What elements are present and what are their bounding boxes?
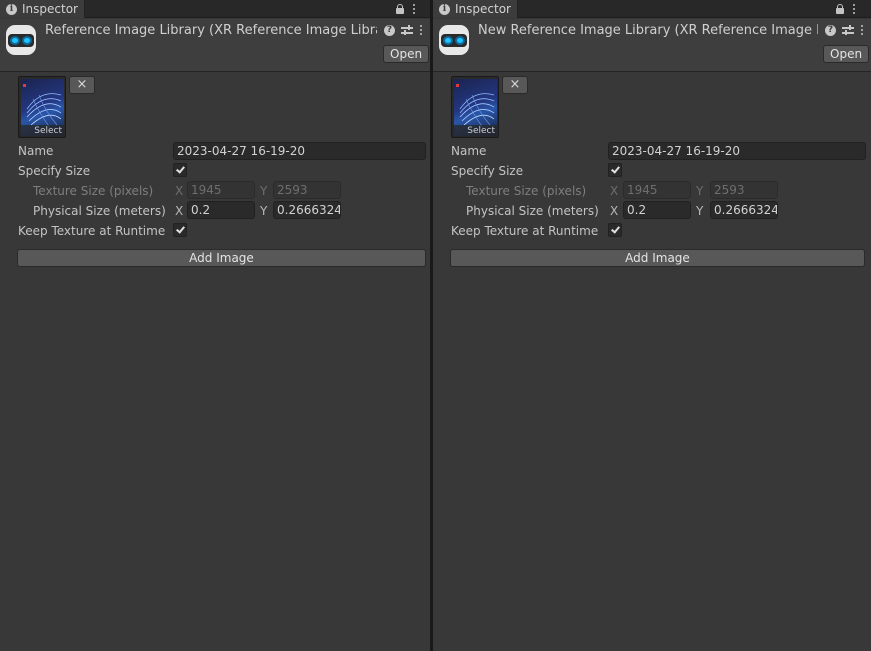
settings-sliders-icon[interactable]: [401, 24, 413, 36]
specify-size-checkbox[interactable]: [608, 163, 622, 177]
keep-texture-checkbox[interactable]: [608, 223, 622, 237]
name-field[interactable]: 2023-04-27 16-19-20: [173, 142, 426, 160]
tab-label: Inspector: [455, 2, 511, 16]
physical-x-axis-label: X: [610, 204, 619, 218]
lock-icon[interactable]: [836, 4, 844, 14]
kebab-menu-icon[interactable]: [412, 4, 416, 14]
physical-size-label: Physical Size (meters): [33, 204, 166, 218]
name-field[interactable]: 2023-04-27 16-19-20: [608, 142, 866, 160]
help-icon[interactable]: ?: [384, 24, 395, 36]
tab-inspector[interactable]: i Inspector: [0, 0, 85, 18]
physical-y-field[interactable]: 0.2666324: [710, 201, 778, 219]
tab-actions: [836, 0, 856, 18]
asset-header: Reference Image Library (XR Reference Im…: [0, 19, 430, 72]
physical-y-field[interactable]: 0.2666324: [273, 201, 341, 219]
xr-headset-icon: [439, 25, 469, 55]
texture-y-axis-label: Y: [696, 184, 704, 198]
add-image-button[interactable]: Add Image: [450, 249, 865, 267]
kebab-menu-icon[interactable]: [852, 4, 856, 14]
texture-x-field: 1945: [187, 181, 255, 199]
tab-label: Inspector: [22, 2, 78, 16]
reference-image-thumbnail[interactable]: Select: [451, 76, 499, 138]
info-icon: i: [439, 3, 450, 15]
physical-y-axis-label: Y: [696, 204, 704, 218]
physical-y-axis-label: Y: [260, 204, 268, 218]
xr-headset-icon: [6, 25, 36, 55]
header-tools: ?: [384, 24, 423, 36]
reference-image-thumbnail[interactable]: Select: [18, 76, 66, 138]
thumbnail-select-label[interactable]: Select: [19, 125, 65, 137]
asset-title: New Reference Image Library (XR Referenc…: [478, 23, 818, 38]
info-icon: i: [6, 3, 17, 15]
inspector-panel-right: i Inspector New Reference Image Library …: [433, 0, 871, 651]
texture-size-label: Texture Size (pixels): [33, 184, 154, 198]
texture-y-axis-label: Y: [260, 184, 268, 198]
physical-x-axis-label: X: [175, 204, 184, 218]
lock-icon[interactable]: [396, 4, 404, 14]
keep-texture-checkbox[interactable]: [173, 223, 187, 237]
physical-x-field[interactable]: 0.2: [623, 201, 691, 219]
texture-y-field: 2593: [710, 181, 778, 199]
keep-texture-label: Keep Texture at Runtime: [451, 224, 599, 238]
add-image-button[interactable]: Add Image: [17, 249, 426, 267]
tab-actions: [396, 0, 416, 18]
inspector-panel-left: i Inspector Reference Image Library (XR …: [0, 0, 430, 651]
tab-inspector[interactable]: i Inspector: [433, 0, 518, 18]
specify-size-checkbox[interactable]: [173, 163, 187, 177]
header-tools: ?: [825, 24, 864, 36]
remove-image-button[interactable]: ×: [502, 76, 528, 94]
open-button[interactable]: Open: [383, 45, 430, 63]
physical-x-field[interactable]: 0.2: [187, 201, 255, 219]
remove-image-button[interactable]: ×: [69, 76, 95, 94]
name-label: Name: [451, 144, 487, 158]
checkmark-icon: [611, 224, 620, 234]
help-icon[interactable]: ?: [825, 24, 836, 36]
checkmark-icon: [176, 224, 185, 234]
tab-bar: i Inspector: [433, 0, 871, 18]
texture-y-field: 2593: [273, 181, 341, 199]
specify-size-label: Specify Size: [18, 164, 91, 178]
checkmark-icon: [611, 164, 620, 174]
specify-size-label: Specify Size: [451, 164, 524, 178]
asset-title: Reference Image Library (XR Reference Im…: [45, 23, 377, 38]
asset-header: New Reference Image Library (XR Referenc…: [433, 19, 871, 72]
texture-size-label: Texture Size (pixels): [466, 184, 587, 198]
texture-x-axis-label: X: [610, 184, 619, 198]
thumbnail-select-label[interactable]: Select: [452, 125, 498, 137]
checkmark-icon: [176, 164, 185, 174]
tab-bar: i Inspector: [0, 0, 430, 18]
kebab-menu-icon[interactable]: [860, 25, 864, 35]
kebab-menu-icon[interactable]: [419, 25, 423, 35]
name-label: Name: [18, 144, 54, 158]
physical-size-label: Physical Size (meters): [466, 204, 599, 218]
texture-x-field: 1945: [623, 181, 691, 199]
settings-sliders-icon[interactable]: [842, 24, 854, 36]
texture-x-axis-label: X: [175, 184, 184, 198]
open-button[interactable]: Open: [823, 45, 870, 63]
keep-texture-label: Keep Texture at Runtime: [18, 224, 166, 238]
